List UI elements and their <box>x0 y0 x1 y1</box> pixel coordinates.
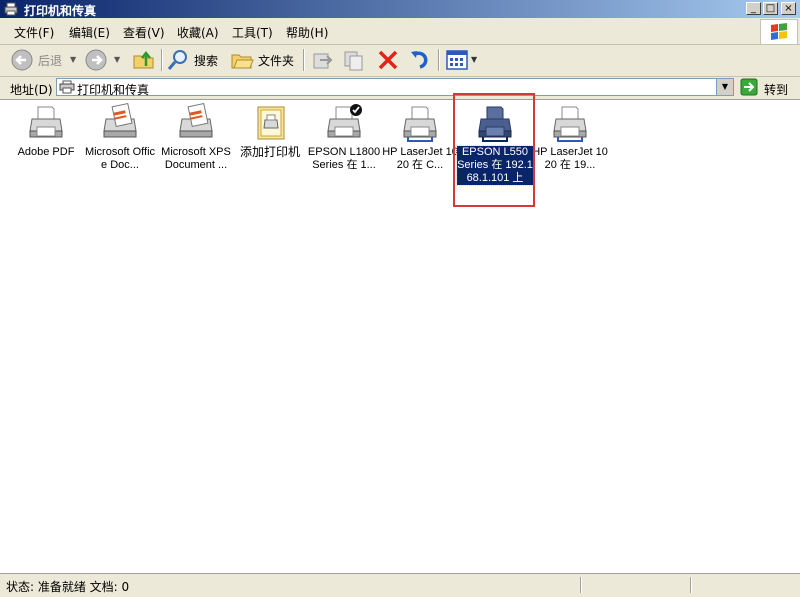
printer-icon <box>29 106 63 138</box>
address-field[interactable]: 打印机和传真 ▼ <box>56 78 734 97</box>
printer-item-office-document[interactable]: Microsoft Office Doc... <box>82 103 158 172</box>
printer-item-adobe-pdf[interactable]: Adobe PDF <box>8 103 84 159</box>
toolbar-separator <box>161 49 163 71</box>
printer-label: Microsoft XPS Document ... <box>161 146 231 171</box>
go-arrow-icon <box>740 78 758 96</box>
back-arrow-icon[interactable] <box>10 48 36 72</box>
default-printer-icon <box>327 104 362 138</box>
printer-document-icon <box>103 103 137 138</box>
views-dropdown-arrow-icon[interactable]: ▼ <box>471 55 477 64</box>
add-printer-item[interactable]: 添加打印机 <box>232 103 308 159</box>
folder-icon[interactable] <box>230 48 254 72</box>
printer-document-icon <box>179 103 213 138</box>
address-dropdown-button[interactable]: ▼ <box>716 79 733 95</box>
menu-file[interactable]: 文件(F) <box>14 24 54 41</box>
add-printer-icon <box>257 106 285 140</box>
go-label: 转到 <box>764 83 789 97</box>
status-bar: 状态: 准备就绪 文档: 0 <box>0 573 800 597</box>
search-button-label[interactable]: 搜索 <box>194 52 218 69</box>
close-button[interactable]: × <box>781 2 796 15</box>
network-printer-icon <box>553 106 587 142</box>
folders-button-label[interactable]: 文件夹 <box>258 52 294 69</box>
highlight-annotation-box <box>453 93 535 207</box>
printer-label: Adobe PDF <box>17 146 75 158</box>
printer-item-hp-laserjet-19[interactable]: HP LaserJet 1020 在 19... <box>532 103 608 172</box>
move-to-icon[interactable] <box>310 48 334 72</box>
printer-item-hp-laserjet-c[interactable]: HP LaserJet 1020 在 C... <box>382 103 458 172</box>
back-dropdown-arrow-icon[interactable]: ▼ <box>70 55 76 64</box>
status-text: 状态: 准备就绪 文档: 0 <box>6 580 130 594</box>
delete-icon[interactable] <box>376 48 400 72</box>
window-title: 打印机和传真 <box>24 4 97 18</box>
menu-edit[interactable]: 编辑(E) <box>69 24 110 41</box>
address-value: 打印机和传真 <box>77 83 150 97</box>
undo-icon[interactable] <box>408 48 432 72</box>
address-bar: 地址(D) 打印机和传真 ▼ 转到 <box>0 77 800 100</box>
forward-dropdown-arrow-icon[interactable]: ▼ <box>114 55 120 64</box>
address-label: 地址(D) <box>10 83 53 97</box>
printer-item-epson-l1800[interactable]: EPSON L1800 Series 在 1... <box>306 103 382 172</box>
menu-help[interactable]: 帮助(H) <box>286 24 328 41</box>
menu-favorites[interactable]: 收藏(A) <box>177 24 219 41</box>
toolbar: 后退 ▼ ▼ 搜索 文件夹 ▼ <box>0 45 800 77</box>
copy-to-icon[interactable] <box>342 48 366 72</box>
printer-label: EPSON L1800 Series 在 1... <box>307 146 381 171</box>
printer-label: HP LaserJet 1020 在 C... <box>382 146 458 171</box>
printer-folder-icon <box>59 80 75 94</box>
menu-view[interactable]: 查看(V) <box>123 24 165 41</box>
printer-list: Adobe PDF Microsoft Office Doc... Micros… <box>0 100 800 572</box>
forward-arrow-icon[interactable] <box>84 48 110 72</box>
printer-folder-icon <box>4 2 18 16</box>
network-printer-icon <box>403 106 437 142</box>
title-bar: 打印机和传真 _ □ × <box>0 0 800 18</box>
printer-label: HP LaserJet 1020 在 19... <box>532 146 608 171</box>
printer-label: Microsoft Office Doc... <box>84 146 156 171</box>
toolbar-separator <box>303 49 305 71</box>
printer-label: 添加打印机 <box>239 145 300 159</box>
printer-item-xps-document[interactable]: Microsoft XPS Document ... <box>158 103 234 172</box>
status-divider <box>580 577 582 593</box>
minimize-button[interactable]: _ <box>746 2 761 15</box>
search-icon[interactable] <box>166 48 190 72</box>
views-icon[interactable] <box>445 48 469 72</box>
menu-bar: 文件(F) 编辑(E) 查看(V) 收藏(A) 工具(T) 帮助(H) <box>0 18 800 45</box>
back-button-label[interactable]: 后退 <box>38 52 62 69</box>
toolbar-separator <box>438 49 440 71</box>
go-button[interactable]: 转到 <box>740 78 796 97</box>
windows-logo <box>760 19 798 45</box>
menu-tools[interactable]: 工具(T) <box>232 24 273 41</box>
up-folder-icon[interactable] <box>132 48 156 72</box>
status-divider <box>690 577 692 593</box>
maximize-button[interactable]: □ <box>763 2 778 15</box>
